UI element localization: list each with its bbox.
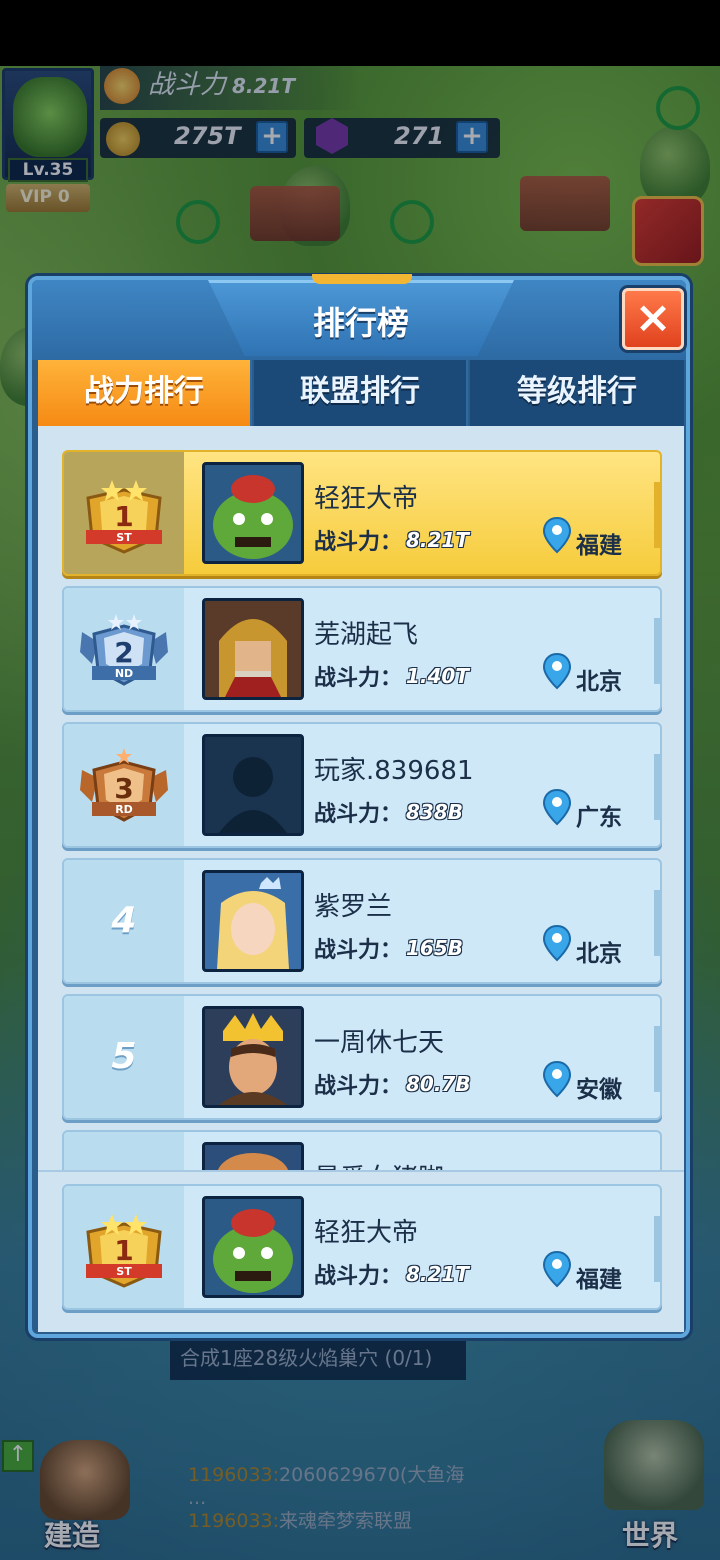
svg-text:2: 2 — [114, 636, 133, 669]
rank-cell: 1 ST — [64, 1186, 184, 1308]
player-name: 最爱女猪脚 — [314, 1158, 444, 1170]
rank-cell — [64, 1132, 184, 1170]
power-value: 1.40T — [406, 664, 469, 688]
region-label: 安徽 — [576, 1077, 622, 1103]
player-name: 轻狂大帝 — [314, 1218, 419, 1248]
ranking-list-viewport[interactable]: 1 ST 轻狂大帝 战斗力： 8.21T 福建 2 ND 芜湖起飞 战斗力： 1… — [38, 426, 684, 1170]
ranking-row-1[interactable]: 1 ST 轻狂大帝 战斗力： 8.21T 福建 — [62, 450, 662, 576]
close-button[interactable]: × — [622, 288, 684, 350]
title-notch — [312, 274, 412, 284]
power-value: 8.21T — [406, 1262, 469, 1286]
power-label: 战斗力： — [314, 1074, 403, 1099]
rank-cell: 3 RD — [64, 724, 184, 846]
rank-cell: 5 — [64, 996, 184, 1118]
svg-text:3: 3 — [114, 772, 133, 805]
location-pin-icon — [542, 516, 572, 554]
close-icon: × — [634, 292, 672, 343]
king-helmet-avatar[interactable] — [202, 598, 304, 700]
princess-icon — [205, 873, 301, 969]
power-label: 战斗力： — [314, 530, 403, 555]
orc-avatar[interactable] — [202, 462, 304, 564]
rank-cell: 1 ST — [64, 452, 184, 574]
orc-face-icon — [205, 465, 301, 561]
partial-avatar[interactable] — [202, 1142, 304, 1170]
player-name: 一周休七天 — [314, 1028, 445, 1058]
ranking-row-2[interactable]: 2 ND 芜湖起飞 战斗力： 1.40T 北京 — [62, 586, 662, 712]
svg-text:1: 1 — [114, 500, 133, 533]
rank-number: 4 — [111, 900, 137, 941]
svg-text:ND: ND — [115, 667, 133, 680]
region-label: 广东 — [576, 805, 622, 831]
silhouette-avatar[interactable] — [202, 734, 304, 836]
player-name: 玩家.839681 — [314, 756, 474, 786]
bronze-medal-icon: 3 RD — [80, 748, 168, 822]
player-portrait-icon — [205, 1145, 301, 1170]
helmet-knight-icon — [205, 601, 301, 697]
location-pin-icon — [542, 652, 572, 690]
status-bar — [0, 0, 720, 66]
svg-text:ST: ST — [116, 1265, 132, 1278]
location-pin-icon — [542, 1250, 572, 1288]
player-name: 轻狂大帝 — [314, 484, 419, 514]
power-label: 战斗力： — [314, 938, 403, 963]
rank-cell: 4 — [64, 860, 184, 982]
row-edge — [654, 1026, 660, 1092]
rank-number: 5 — [111, 1036, 137, 1077]
tab-alliance-ranking[interactable]: 联盟排行 — [254, 360, 468, 426]
my-avatar[interactable] — [202, 1196, 304, 1298]
region-label: 北京 — [576, 669, 622, 695]
svg-text:ST: ST — [116, 531, 132, 544]
power-label: 战斗力： — [314, 666, 403, 691]
power-value: 80.7B — [406, 1072, 471, 1096]
row-edge — [654, 754, 660, 820]
my-rank-row[interactable]: 1 ST 轻狂大帝 战斗力： 8.21T 福建 — [62, 1184, 662, 1310]
princess-avatar[interactable] — [202, 870, 304, 972]
ranking-row-5[interactable]: 5 一周休七天 战斗力： 80.7B 安徽 — [62, 994, 662, 1120]
player-name: 紫罗兰 — [314, 892, 393, 922]
crowned-king-avatar[interactable] — [202, 1006, 304, 1108]
power-label: 战斗力： — [314, 802, 403, 827]
location-pin-icon — [542, 1060, 572, 1098]
region-label: 福建 — [576, 533, 622, 559]
silver-medal-icon: 2 ND — [80, 614, 168, 686]
power-value: 165B — [406, 936, 463, 960]
row-edge — [654, 1216, 660, 1282]
row-edge — [654, 482, 660, 548]
ranking-row-3[interactable]: 3 RD 玩家.839681 战斗力： 838B 广东 — [62, 722, 662, 848]
location-pin-icon — [542, 788, 572, 826]
region-label: 北京 — [576, 941, 622, 967]
svg-text:RD: RD — [115, 803, 133, 816]
region-label: 福建 — [576, 1267, 622, 1293]
gold-medal-icon: 1 ST — [86, 480, 162, 554]
power-label: 战斗力： — [314, 1264, 403, 1289]
row-edge — [654, 890, 660, 956]
leaderboard-modal: 排行榜 × 战力排行 联盟排行 等级排行 1 ST 轻狂大帝 战斗力： 8.21… — [28, 274, 690, 1338]
tab-power-ranking[interactable]: 战力排行 — [38, 360, 252, 426]
power-value: 838B — [406, 800, 463, 824]
row-edge — [654, 618, 660, 684]
modal-title: 排行榜 — [312, 304, 409, 342]
orc-face-icon — [205, 1199, 301, 1295]
svg-text:1: 1 — [114, 1234, 133, 1267]
ranking-tabs: 战力排行 联盟排行 等级排行 — [38, 360, 684, 426]
player-name: 芜湖起飞 — [314, 620, 419, 650]
default-user-icon — [205, 737, 301, 833]
ranking-list[interactable]: 1 ST 轻狂大帝 战斗力： 8.21T 福建 2 ND 芜湖起飞 战斗力： 1… — [38, 426, 684, 1332]
gold-medal-icon: 1 ST — [86, 1214, 162, 1288]
tab-level-ranking[interactable]: 等级排行 — [470, 360, 684, 426]
ranking-row-4[interactable]: 4 紫罗兰 战斗力： 165B 北京 — [62, 858, 662, 984]
ranking-row-6[interactable]: 最爱女猪脚 — [62, 1130, 662, 1170]
rank-cell: 2 ND — [64, 588, 184, 710]
power-value: 8.21T — [406, 528, 469, 552]
king-crown-icon — [205, 1009, 301, 1105]
location-pin-icon — [542, 924, 572, 962]
